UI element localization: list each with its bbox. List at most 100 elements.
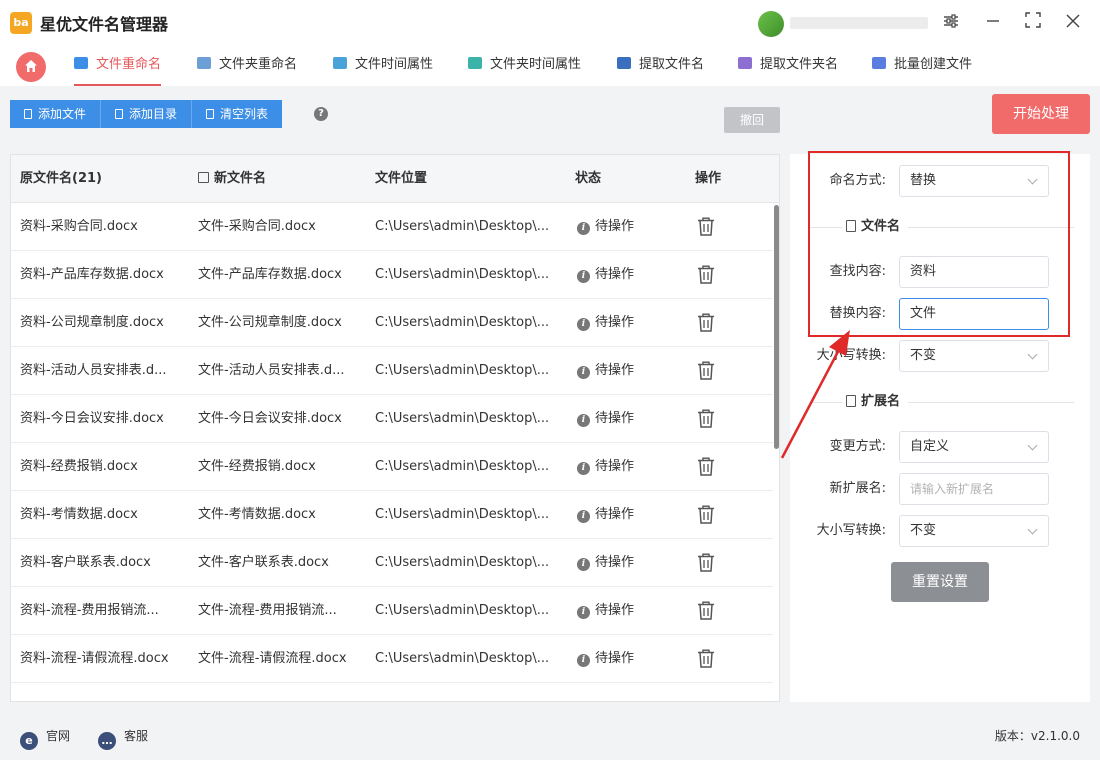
table-row[interactable]: 资料-采购合同.docx 文件-采购合同.docx C:\Users\admin\D…	[11, 203, 773, 251]
status-text: 待操作	[595, 651, 635, 666]
header-new-name: 新文件名	[198, 155, 266, 203]
delete-row-icon[interactable]	[697, 361, 715, 384]
add-directory-button[interactable]: 添加目录	[101, 100, 193, 128]
home-button[interactable]	[16, 52, 46, 82]
settings-sliders-icon[interactable]	[938, 10, 964, 36]
delete-row-icon[interactable]	[697, 313, 715, 336]
file-time-icon	[333, 57, 347, 69]
info-icon: i	[577, 270, 590, 283]
clear-list-button[interactable]: 清空列表	[192, 100, 283, 128]
website-label: 官网	[46, 729, 71, 743]
delete-row-icon[interactable]	[697, 409, 715, 432]
support-label: 客服	[124, 729, 149, 743]
table-row[interactable]: 资料-活动人员安排表.d... 文件-活动人员安排表.d... C:\Users\a…	[11, 347, 773, 395]
folder-time-icon	[468, 57, 482, 69]
tab-folder-time[interactable]: 文件夹时间属性	[468, 46, 581, 86]
tab-bar: 文件重命名 文件夹重命名 文件时间属性 文件夹时间属性 提取文件名 提取文件夹名 批量创建文…	[0, 46, 1100, 86]
cell-new: 文件-流程-费用报销流...	[198, 603, 337, 618]
folder-rename-icon	[197, 57, 211, 69]
change-method-label: 变更方式:	[829, 439, 886, 454]
table-row[interactable]: 资料-客户联系表.docx 文件-客户联系表.docx C:\Users\admin…	[11, 539, 773, 587]
chevron-down-icon	[1027, 349, 1038, 360]
tab-folder-rename[interactable]: 文件夹重命名	[197, 46, 297, 86]
help-icon[interactable]: ?	[314, 107, 328, 121]
change-method-value: 自定义	[910, 439, 950, 454]
cell-status: i 待操作	[577, 347, 634, 395]
status-text: 待操作	[595, 411, 635, 426]
cell-status: i 待操作	[577, 491, 634, 539]
table-scrollbar[interactable]	[774, 203, 779, 701]
maximize-icon[interactable]	[1020, 10, 1046, 36]
app-title: 星优文件名管理器	[40, 15, 169, 34]
delete-row-icon[interactable]	[697, 265, 715, 288]
add-file-label: 添加文件	[38, 107, 87, 121]
add-file-button[interactable]: 添加文件	[10, 100, 102, 128]
delete-row-icon[interactable]	[697, 505, 715, 528]
new-extension-input[interactable]: 请输入新扩展名	[899, 473, 1049, 505]
change-method-row: 变更方式: 自定义	[790, 431, 1090, 463]
change-method-select[interactable]: 自定义	[899, 431, 1049, 463]
status-text: 待操作	[595, 459, 635, 474]
delete-row-icon[interactable]	[697, 217, 715, 240]
cell-status: i 待操作	[577, 635, 634, 683]
table-row[interactable]: 资料-流程-费用报销流... 文件-流程-费用报销流... C:\Users\adm…	[11, 587, 773, 635]
cell-location: C:\Users\admin\Desktop\...	[375, 267, 550, 282]
start-processing-button[interactable]: 开始处理	[992, 94, 1090, 134]
cell-new: 文件-今日会议安排.docx	[198, 411, 342, 426]
status-text: 待操作	[595, 555, 635, 570]
cell-new: 文件-采购合同.docx	[198, 219, 316, 234]
case-conversion-select[interactable]: 不变	[899, 340, 1049, 372]
new-extension-label: 新扩展名:	[829, 481, 886, 496]
cell-location: C:\Users\admin\Desktop\...	[375, 507, 550, 522]
extension-case-label: 大小写转换:	[816, 523, 886, 538]
user-avatar[interactable]	[758, 11, 784, 37]
header-location: 文件位置	[375, 171, 428, 186]
cell-location: C:\Users\admin\Desktop\...	[375, 315, 550, 330]
tab-extract-folder[interactable]: 提取文件夹名	[738, 46, 838, 86]
tab-rename[interactable]: 文件重命名	[74, 46, 162, 86]
header-status: 状态	[575, 171, 602, 186]
tab-label: 批量创建文件	[894, 57, 973, 72]
new-extension-row: 新扩展名: 请输入新扩展名	[790, 473, 1090, 505]
delete-row-icon[interactable]	[697, 553, 715, 576]
cell-location: C:\Users\admin\Desktop\...	[375, 603, 550, 618]
table-row[interactable]: 资料-公司规章制度.docx 文件-公司规章制度.docx C:\Users\adm…	[11, 299, 773, 347]
support-link[interactable]: … 客服	[98, 726, 149, 750]
annotation-highlight-box	[808, 151, 1070, 337]
cell-new: 文件-活动人员安排表.d...	[198, 363, 345, 378]
delete-row-icon[interactable]	[697, 457, 715, 480]
table-row[interactable]: 资料-考情数据.docx 文件-考情数据.docx C:\Users\admin\D…	[11, 491, 773, 539]
tab-label: 文件夹重命名	[219, 57, 298, 72]
file-button-group: 添加文件 添加目录 清空列表	[10, 100, 283, 128]
minimize-icon[interactable]	[980, 10, 1006, 36]
close-icon[interactable]	[1060, 10, 1086, 36]
delete-row-icon[interactable]	[697, 601, 715, 624]
reset-settings-button[interactable]: 重置设置	[891, 562, 989, 602]
table-row[interactable]: 资料-经费报销.docx 文件-经费报销.docx C:\Users\admin\D…	[11, 443, 773, 491]
info-icon: i	[577, 654, 590, 667]
table-row[interactable]: 资料-今日会议安排.docx 文件-今日会议安排.docx C:\Users\adm…	[11, 395, 773, 443]
cell-location: C:\Users\admin\Desktop\...	[375, 651, 550, 666]
tab-file-time[interactable]: 文件时间属性	[333, 46, 433, 86]
info-icon: i	[577, 462, 590, 475]
footer: e 官网 … 客服 版本：v2.1.0.0	[0, 712, 1100, 760]
cell-new: 文件-流程-请假流程.docx	[198, 651, 347, 666]
case-conversion-row: 大小写转换: 不变	[790, 340, 1090, 372]
delete-row-icon[interactable]	[697, 649, 715, 672]
info-icon: i	[577, 318, 590, 331]
scroll-thumb[interactable]	[774, 205, 779, 449]
tab-extract-file[interactable]: 提取文件名	[617, 46, 704, 86]
cell-location: C:\Users\admin\Desktop\...	[375, 555, 550, 570]
table-row[interactable]: 资料-流程-请假流程.docx 文件-流程-请假流程.docx C:\Users\a…	[11, 635, 773, 683]
website-link[interactable]: e 官网	[20, 726, 71, 750]
batch-create-icon	[872, 57, 886, 69]
undo-button[interactable]: 撤回	[724, 107, 780, 133]
tab-batch-create[interactable]: 批量创建文件	[872, 46, 972, 86]
table-row[interactable]: 资料-产品库存数据.docx 文件-产品库存数据.docx C:\Users\adm…	[11, 251, 773, 299]
cell-original: 资料-考情数据.docx	[20, 507, 138, 522]
extension-case-select[interactable]: 不变	[899, 515, 1049, 547]
status-text: 待操作	[595, 219, 635, 234]
info-icon: i	[577, 510, 590, 523]
cell-original: 资料-今日会议安排.docx	[20, 411, 164, 426]
cell-original: 资料-活动人员安排表.d...	[20, 363, 167, 378]
